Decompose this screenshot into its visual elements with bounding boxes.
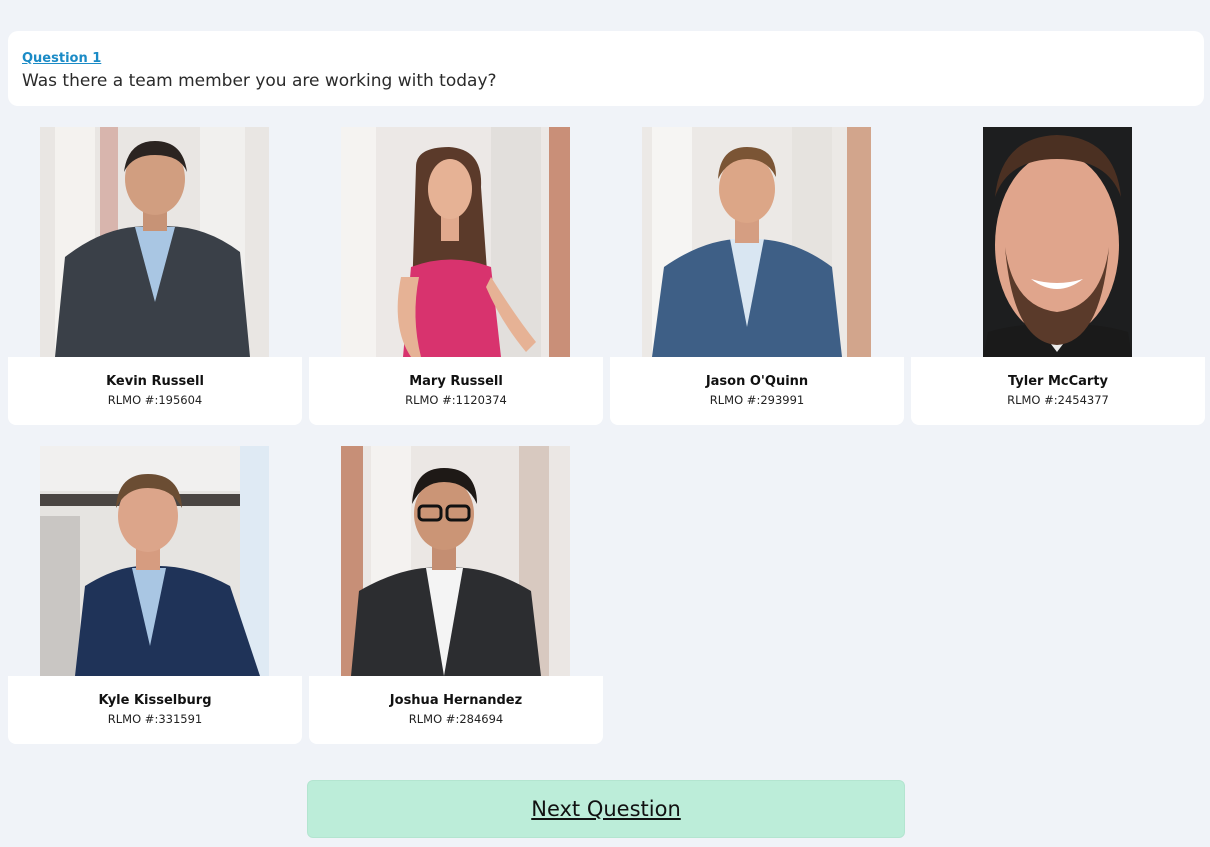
team-member-card[interactable]: Jason O'Quinn RLMO #:293991 xyxy=(610,127,904,425)
question-card: Question 1 Was there a team member you a… xyxy=(8,31,1204,106)
team-member-rlmo: RLMO #:284694 xyxy=(408,712,504,726)
team-member-info: Tyler McCarty RLMO #:2454377 xyxy=(911,357,1205,425)
team-member-info: Jason O'Quinn RLMO #:293991 xyxy=(610,357,904,425)
team-member-info: Kevin Russell RLMO #:195604 xyxy=(8,357,302,425)
question-number-link[interactable]: Question 1 xyxy=(22,51,101,66)
team-member-photo xyxy=(983,127,1132,357)
team-member-card[interactable]: Kevin Russell RLMO #:195604 xyxy=(8,127,302,425)
team-member-name: Joshua Hernandez xyxy=(389,693,523,708)
team-member-rlmo: RLMO #:331591 xyxy=(107,712,203,726)
team-member-rlmo: RLMO #:2454377 xyxy=(1007,393,1109,407)
team-member-name: Mary Russell xyxy=(409,374,503,389)
team-member-name: Kevin Russell xyxy=(106,374,204,389)
team-member-name: Jason O'Quinn xyxy=(705,374,809,389)
team-member-photo xyxy=(642,127,871,357)
team-member-card[interactable]: Joshua Hernandez RLMO #:284694 xyxy=(309,446,603,744)
team-member-card[interactable]: Kyle Kisselburg RLMO #:331591 xyxy=(8,446,302,744)
team-member-photo xyxy=(40,446,269,676)
team-member-photo xyxy=(341,127,570,357)
team-member-info: Joshua Hernandez RLMO #:284694 xyxy=(309,676,603,744)
team-member-info: Mary Russell RLMO #:1120374 xyxy=(309,357,603,425)
next-question-button[interactable]: Next Question xyxy=(307,780,905,838)
team-member-rlmo: RLMO #:293991 xyxy=(709,393,805,407)
team-member-info: Kyle Kisselburg RLMO #:331591 xyxy=(8,676,302,744)
question-text: Was there a team member you are working … xyxy=(22,71,497,91)
team-member-card[interactable]: Tyler McCarty RLMO #:2454377 xyxy=(911,127,1205,425)
team-member-card[interactable]: Mary Russell RLMO #:1120374 xyxy=(309,127,603,425)
team-member-photo xyxy=(40,127,269,357)
team-member-rlmo: RLMO #:1120374 xyxy=(405,393,507,407)
team-member-name: Kyle Kisselburg xyxy=(98,693,212,708)
team-member-name: Tyler McCarty xyxy=(1007,374,1109,389)
team-member-rlmo: RLMO #:195604 xyxy=(107,393,203,407)
team-member-photo xyxy=(341,446,570,676)
